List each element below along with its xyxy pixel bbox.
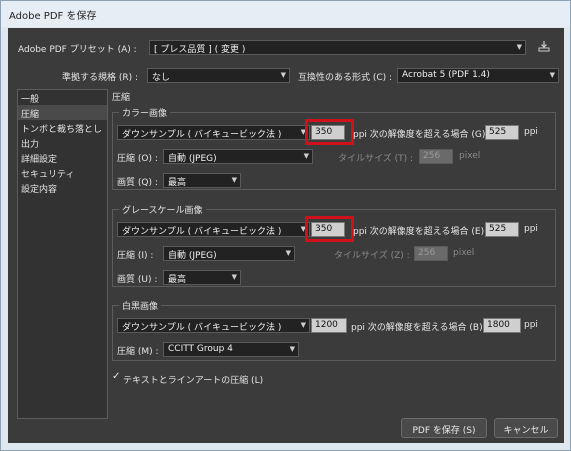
chevron-down-icon: ▼ [516,43,522,51]
chevron-down-icon: ▼ [303,152,309,160]
text-art-label: テキストとラインアートの圧縮 (L) [123,376,264,386]
category-list: 一般 圧縮 トンボと裁ち落とし 出力 詳細設定 セキュリティ 設定内容 [17,89,108,419]
gray-downsample-value: ダウンサンプル ( バイキュービック法 ) [122,227,282,237]
chevron-down-icon: ▼ [231,273,237,281]
color-tile-label: タイルサイズ (T) : [338,154,414,164]
chevron-down-icon: ▼ [231,176,237,184]
nav-item-output[interactable]: 出力 [18,135,107,150]
dialog-body: Adobe PDF プリセット (A) : [ プレス品質 ] ( 変更 ) ▼… [8,28,564,443]
save-pdf-dialog: Adobe PDF を保存 Adobe PDF プリセット (A) : [ プレ… [0,0,571,451]
chevron-down-icon: ▼ [285,249,291,257]
gray-compression-value: 自動 (JPEG) [168,251,217,261]
gray-ppi-highlight [305,216,354,242]
window-title: Adobe PDF を保存 [1,1,570,27]
mono-compression-value: CCITT Group 4 [168,344,233,354]
mono-group-title: 白黒画像 [119,299,162,312]
compat-label: 互換性のある形式 (C) : [298,73,393,83]
color-tile-input[interactable]: 256 [419,149,453,164]
color-ppi-highlight [305,119,354,145]
nav-item-advanced[interactable]: 詳細設定 [18,150,107,165]
mono-downsample-dropdown[interactable]: ダウンサンプル ( バイキュービック法 ) ▼ [117,318,310,333]
preset-dropdown[interactable]: [ プレス品質 ] ( 変更 ) ▼ [149,40,526,55]
chevron-down-icon: ▼ [300,321,306,329]
color-quality-dropdown[interactable]: 最高 ▼ [163,173,241,188]
chevron-down-icon: ▼ [280,71,286,79]
color-compression-value: 自動 (JPEG) [168,154,217,164]
nav-item-summary[interactable]: 設定内容 [18,180,107,195]
save-pdf-button[interactable]: PDF を保存 (S) [401,418,487,438]
save-preset-icon[interactable] [538,40,550,52]
gray-quality-label: 画質 (U) : [117,275,158,285]
chevron-down-icon: ▼ [289,345,295,353]
gray-ppi-unit: ppi [524,224,538,234]
gray-quality-dropdown[interactable]: 最高 ▼ [163,270,241,285]
standard-dropdown[interactable]: なし ▼ [147,68,290,83]
cancel-button[interactable]: キャンセル [494,418,558,438]
gray-tile-label: タイルサイズ (Z) : [334,251,410,261]
color-downsample-value: ダウンサンプル ( バイキュービック法 ) [122,130,282,140]
color-threshold-input[interactable]: 525 [485,125,519,140]
gray-compression-label: 圧縮 (I) : [117,251,154,261]
section-title: 圧縮 [112,93,131,103]
standard-label: 準拠する規格 (R) : [62,73,139,83]
color-ppi-unit: ppi [524,127,538,137]
gray-tile-input[interactable]: 256 [414,246,448,261]
gray-threshold-input[interactable]: 525 [485,222,519,237]
mono-compression-label: 圧縮 (M) : [117,347,159,357]
text-art-checkbox[interactable]: ✓ [112,371,120,382]
color-downsample-dropdown[interactable]: ダウンサンプル ( バイキュービック法 ) ▼ [117,125,310,140]
mono-ppi-unit: ppi [524,320,538,330]
nav-item-general[interactable]: 一般 [18,90,107,105]
compat-value: Acrobat 5 (PDF 1.4) [402,70,490,80]
color-quality-label: 画質 (Q) : [117,178,158,188]
nav-item-marks-bleeds[interactable]: トンボと裁ち落とし [18,120,107,135]
compat-dropdown[interactable]: Acrobat 5 (PDF 1.4) ▼ [397,68,559,83]
preset-value: [ プレス品質 ] ( 変更 ) [154,45,246,55]
color-compression-dropdown[interactable]: 自動 (JPEG) ▼ [163,149,313,164]
mono-threshold-input[interactable]: 1800 [483,318,521,333]
mono-downsample-value: ダウンサンプル ( バイキュービック法 ) [122,323,282,333]
mono-threshold-label: ppi 次の解像度を超える場合 (B) [351,323,483,333]
gray-quality-value: 最高 [168,275,187,285]
nav-item-security[interactable]: セキュリティ [18,165,107,180]
color-tile-unit: pixel [459,151,481,161]
gray-group-title: グレースケール画像 [119,203,206,216]
preset-label: Adobe PDF プリセット (A) : [18,45,137,55]
mono-ppi-input[interactable]: 1200 [311,318,347,333]
gray-compression-dropdown[interactable]: 自動 (JPEG) ▼ [163,246,295,261]
gray-tile-unit: pixel [453,248,475,258]
color-compression-label: 圧縮 (O) : [117,154,158,164]
mono-compression-dropdown[interactable]: CCITT Group 4 ▼ [163,342,299,357]
color-quality-value: 最高 [168,178,187,188]
chevron-down-icon: ▼ [549,71,555,79]
nav-item-compression[interactable]: 圧縮 [18,105,107,120]
color-group-title: カラー画像 [119,106,171,119]
standard-value: なし [152,73,171,83]
gray-threshold-label: ppi 次の解像度を超える場合 (E) [353,227,485,237]
gray-downsample-dropdown[interactable]: ダウンサンプル ( バイキュービック法 ) ▼ [117,222,310,237]
color-threshold-label: ppi 次の解像度を超える場合 (G) [353,130,486,140]
